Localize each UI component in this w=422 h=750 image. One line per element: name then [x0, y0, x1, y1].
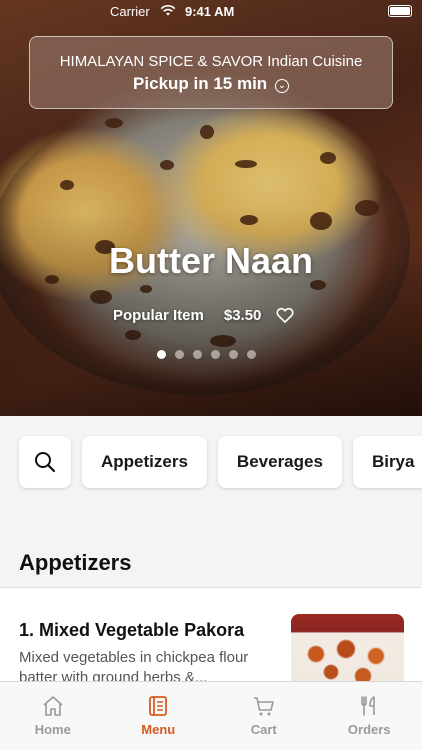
- pickup-label: Pickup in 15 min: [133, 74, 268, 93]
- search-button[interactable]: [19, 436, 71, 488]
- tab-bar: Home Menu Cart Orders: [0, 681, 422, 750]
- pager-dot[interactable]: [175, 350, 184, 359]
- section-title: Appetizers: [19, 550, 132, 575]
- pager-dot[interactable]: [229, 350, 238, 359]
- menu-icon: [149, 696, 168, 716]
- category-chip[interactable]: Appetizers: [82, 436, 207, 488]
- cart-icon: [253, 697, 274, 716]
- category-chip[interactable]: Birya: [352, 436, 422, 488]
- restaurant-pickup-card[interactable]: HIMALAYAN SPICE & SAVOR Indian Cuisine P…: [29, 36, 393, 109]
- restaurant-name: HIMALAYAN SPICE & SAVOR Indian Cuisine: [59, 53, 363, 70]
- carrier-label: Carrier: [110, 4, 150, 19]
- tab-menu[interactable]: Menu: [106, 682, 212, 750]
- hero-meta: Popular Item $3.50: [113, 305, 295, 325]
- hero-title: Butter Naan: [108, 240, 314, 281]
- status-bar: Carrier 9:41 AM: [0, 0, 422, 24]
- tab-label: Orders: [347, 722, 391, 737]
- tab-home[interactable]: Home: [0, 682, 106, 750]
- heart-icon[interactable]: [275, 305, 295, 325]
- pager-dot[interactable]: [247, 350, 256, 359]
- item-title: 1. Mixed Vegetable Pakora: [19, 620, 245, 640]
- category-chips: Appetizers Beverages Birya: [82, 436, 422, 488]
- status-time: 9:41 AM: [185, 4, 235, 19]
- category-chip[interactable]: Beverages: [217, 436, 342, 488]
- carousel-pager[interactable]: [157, 350, 256, 359]
- popular-tag: Popular Item: [113, 306, 204, 324]
- pager-dot[interactable]: [193, 350, 202, 359]
- battery-icon: [388, 5, 412, 17]
- pickup-time[interactable]: Pickup in 15 min ⌄: [30, 74, 392, 94]
- hero-price: $3.50: [223, 306, 262, 324]
- tab-label: Home: [34, 722, 71, 737]
- menu-section-header: Appetizers: [0, 510, 422, 588]
- tab-label: Menu: [141, 722, 176, 737]
- tab-orders[interactable]: Orders: [317, 682, 422, 750]
- tab-cart[interactable]: Cart: [211, 682, 317, 750]
- category-bar: Appetizers Beverages Birya: [0, 416, 422, 510]
- pager-dot[interactable]: [211, 350, 220, 359]
- home-icon: [43, 696, 63, 716]
- chevron-down-icon: ⌄: [274, 79, 289, 93]
- fork-knife-icon: [361, 696, 376, 716]
- search-icon: [35, 452, 56, 473]
- wifi-icon: [160, 5, 176, 16]
- pager-dot[interactable]: [157, 350, 166, 359]
- tab-label: Cart: [250, 722, 277, 737]
